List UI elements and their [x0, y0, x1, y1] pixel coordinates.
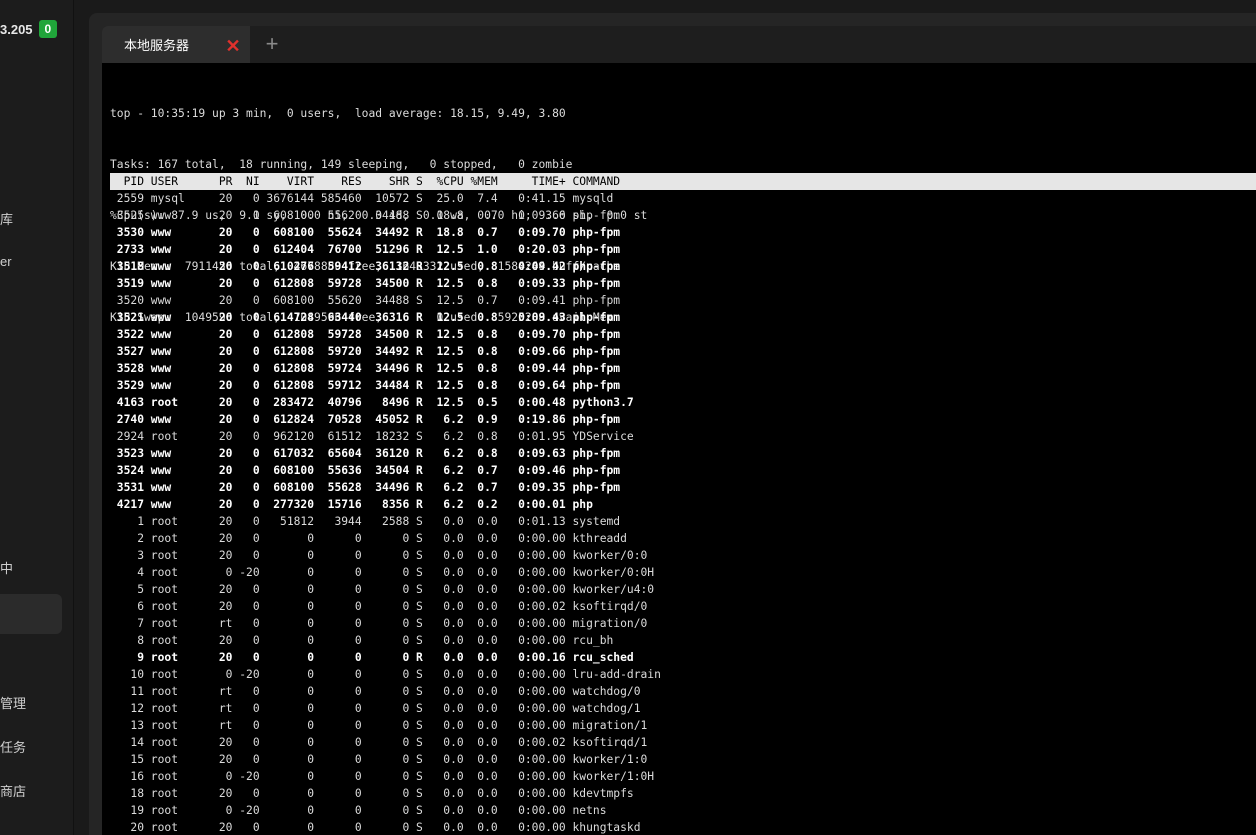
process-row: 3525 www 20 0 608100 55620 34488 S 18.8 … [110, 209, 621, 222]
process-row: 2733 www 20 0 612404 76700 51296 R 12.5 … [110, 243, 621, 256]
process-row: 11 root rt 0 0 0 0 S 0.0 0.0 0:00.00 wat… [110, 685, 641, 698]
alert-count-badge[interactable]: 0 [38, 20, 58, 38]
process-row: 3523 www 20 0 617032 65604 36120 R 6.2 0… [110, 447, 621, 460]
process-row: 3524 www 20 0 608100 55636 34504 R 6.2 0… [110, 464, 621, 477]
sidebar-item-docker[interactable]: er [0, 254, 12, 269]
process-row: 3522 www 20 0 612808 59728 34500 R 12.5 … [110, 328, 621, 341]
process-row: 4163 root 20 0 283472 40796 8496 R 12.5 … [110, 396, 634, 409]
process-table: 2559 mysql 20 0 3676144 585460 10572 S 2… [110, 190, 661, 835]
server-ip-row[interactable]: 3.205 0 [0, 19, 58, 39]
summary-line: Tasks: 167 total, 18 running, 149 sleepi… [110, 158, 573, 171]
process-row: 2559 mysql 20 0 3676144 585460 10572 S 2… [110, 192, 614, 205]
process-row: 16 root 0 -20 0 0 0 S 0.0 0.0 0:00.00 kw… [110, 770, 655, 783]
process-row: 3531 www 20 0 608100 55628 34496 R 6.2 0… [110, 481, 621, 494]
process-row: 10 root 0 -20 0 0 0 S 0.0 0.0 0:00.00 lr… [110, 668, 661, 681]
process-row: 3 root 20 0 0 0 0 S 0.0 0.0 0:00.00 kwor… [110, 549, 648, 562]
sidebar-item-store[interactable]: 商店 [0, 781, 26, 800]
process-row: 3529 www 20 0 612808 59712 34484 R 12.5 … [110, 379, 621, 392]
process-row: 3527 www 20 0 612808 59720 34492 R 12.5 … [110, 345, 621, 358]
process-row: 3518 www 20 0 610276 59412 36132 R 12.5 … [110, 260, 621, 273]
process-row: 18 root 20 0 0 0 0 S 0.0 0.0 0:00.00 kde… [110, 787, 634, 800]
process-row: 5 root 20 0 0 0 0 S 0.0 0.0 0:00.00 kwor… [110, 583, 655, 596]
server-ip: 3.205 [0, 21, 33, 37]
process-row: 8 root 20 0 0 0 0 S 0.0 0.0 0:00.00 rcu_… [110, 634, 614, 647]
process-row: 2 root 20 0 0 0 0 S 0.0 0.0 0:00.00 kthr… [110, 532, 627, 545]
process-row: 13 root rt 0 0 0 0 S 0.0 0.0 0:00.00 mig… [110, 719, 648, 732]
process-row: 3519 www 20 0 612808 59728 34500 R 12.5 … [110, 277, 621, 290]
sidebar-item-cron[interactable]: 任务 [0, 737, 26, 756]
sidebar-item-database[interactable]: 库 [0, 209, 13, 228]
process-row: 7 root rt 0 0 0 0 S 0.0 0.0 0:00.00 migr… [110, 617, 648, 630]
sidebar: 3.205 0 库 er 中 管理 任务 商店 [0, 0, 74, 835]
summary-line: top - 10:35:19 up 3 min, 0 users, load a… [110, 107, 566, 120]
close-icon[interactable]: ✕ [225, 37, 241, 55]
sidebar-item-files[interactable]: 管理 [0, 693, 26, 712]
process-row: 4217 www 20 0 277320 15716 8356 R 6.2 0.… [110, 498, 593, 511]
process-row: 15 root 20 0 0 0 0 S 0.0 0.0 0:00.00 kwo… [110, 753, 648, 766]
process-table-header: PID USER PR NI VIRT RES SHR S %CPU %MEM … [110, 173, 1256, 190]
process-row: 14 root 20 0 0 0 0 S 0.0 0.0 0:00.02 kso… [110, 736, 648, 749]
process-row: 12 root rt 0 0 0 0 S 0.0 0.0 0:00.00 wat… [110, 702, 641, 715]
process-row: 19 root 0 -20 0 0 0 S 0.0 0.0 0:00.00 ne… [110, 804, 607, 817]
terminal-screen[interactable]: top - 10:35:19 up 3 min, 0 users, load a… [102, 63, 1256, 835]
process-row: 6 root 20 0 0 0 0 S 0.0 0.0 0:00.02 ksof… [110, 600, 648, 613]
process-row: 3530 www 20 0 608100 55624 34492 R 18.8 … [110, 226, 621, 239]
sidebar-item-monitor[interactable]: 中 [0, 558, 13, 577]
process-row: 2740 www 20 0 612824 70528 45052 R 6.2 0… [110, 413, 621, 426]
process-row: 4 root 0 -20 0 0 0 S 0.0 0.0 0:00.00 kwo… [110, 566, 655, 579]
process-row: 20 root 20 0 0 0 0 S 0.0 0.0 0:00.00 khu… [110, 821, 641, 834]
plus-icon[interactable]: + [262, 33, 282, 55]
process-row: 2924 root 20 0 962120 61512 18232 S 6.2 … [110, 430, 634, 443]
process-row: 3521 www 20 0 614728 63440 36316 R 12.5 … [110, 311, 621, 324]
tab-label: 本地服务器 [124, 38, 190, 53]
process-row: 3528 www 20 0 612808 59724 34496 R 12.5 … [110, 362, 621, 375]
process-row: 3520 www 20 0 608100 55620 34488 S 12.5 … [110, 294, 621, 307]
process-row: 1 root 20 0 51812 3944 2588 S 0.0 0.0 0:… [110, 515, 621, 528]
sidebar-active-item[interactable] [0, 594, 62, 634]
process-row: 9 root 20 0 0 0 0 R 0.0 0.0 0:00.16 rcu_… [110, 651, 634, 664]
